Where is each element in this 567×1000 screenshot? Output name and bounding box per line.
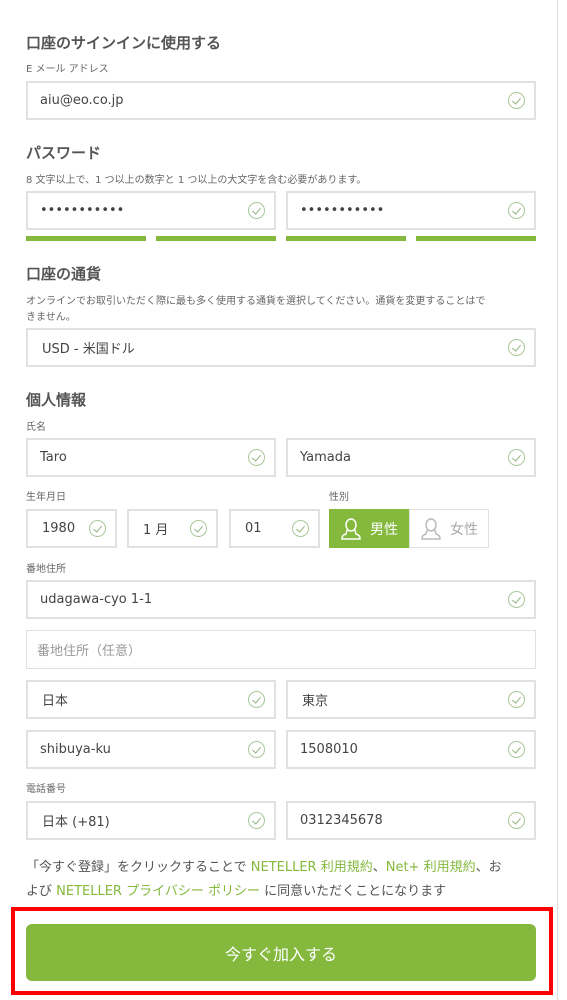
gender-label: 性別 [329, 492, 349, 503]
strength-bar-4 [416, 236, 536, 241]
address1-field[interactable]: udagawa-cyo 1-1 [26, 580, 536, 619]
phone-code-select[interactable]: 日本 (+81) [26, 801, 276, 840]
password-field[interactable]: ••••••••••• [26, 191, 276, 230]
strength-bar-3 [286, 236, 406, 241]
neteller-terms-link[interactable]: NETELLER 利用規約 [251, 860, 373, 875]
currency-value: USD - 米国ドル [42, 342, 135, 357]
prefecture-value: 東京 [302, 694, 329, 709]
confirm-password-field[interactable]: ••••••••••• [286, 191, 536, 230]
birth-month-select[interactable]: 1 月 [127, 509, 218, 548]
personal-heading: 個人情報 [26, 391, 87, 409]
address-label: 番地住所 [26, 564, 66, 575]
check-icon [508, 92, 525, 109]
terms-text-4: よび [26, 884, 57, 899]
signin-heading: 口座のサインインに使用する [26, 34, 222, 52]
currency-select[interactable]: USD - 米国ドル [26, 328, 536, 367]
city-value: shibuya-ku [40, 742, 111, 757]
year-value: 1980 [42, 521, 76, 536]
check-icon [508, 741, 525, 758]
terms-text-3: 、お [475, 860, 502, 875]
terms-text: 「今すぐ登録」をクリックすることで NETELLER 利用規約、Net+ 利用規… [26, 856, 541, 904]
email-value: aiu@eo.co.jp [40, 93, 124, 108]
address2-field[interactable]: 番地住所（任意） [26, 630, 536, 669]
birth-day-select[interactable]: 01 [229, 509, 320, 548]
check-icon [508, 691, 525, 708]
country-select[interactable]: 日本 [26, 680, 276, 719]
check-icon [508, 591, 525, 608]
strength-bar-2 [156, 236, 276, 241]
last-name-field[interactable]: Yamada [286, 438, 536, 477]
dob-label: 生年月日 [26, 492, 66, 503]
birth-year-select[interactable]: 1980 [26, 509, 117, 548]
check-icon [508, 202, 525, 219]
check-icon [292, 520, 309, 537]
female-label: 女性 [450, 521, 478, 538]
join-now-label: 今すぐ加入する [224, 944, 337, 964]
person-icon [421, 517, 441, 540]
password-value: ••••••••••• [40, 203, 125, 218]
check-icon [508, 449, 525, 466]
currency-desc-2: きません。 [26, 312, 76, 323]
currency-heading: 口座の通貨 [26, 265, 102, 283]
phone-code-value: 日本 (+81) [42, 815, 110, 830]
prefecture-field[interactable]: 東京 [286, 680, 536, 719]
zip-field[interactable]: 1508010 [286, 730, 536, 769]
strength-bar-1 [26, 236, 146, 241]
male-label: 男性 [370, 521, 398, 538]
phone-field[interactable]: 0312345678 [286, 801, 536, 840]
join-now-button[interactable]: 今すぐ加入する [26, 924, 536, 981]
netplus-terms-link[interactable]: Net+ 利用規約 [386, 860, 476, 875]
check-icon [248, 741, 265, 758]
page-edge [557, 0, 558, 1000]
check-icon [190, 520, 207, 537]
phone-label: 電話番号 [26, 784, 66, 795]
check-icon [248, 202, 265, 219]
first-name-value: Taro [40, 450, 67, 465]
check-icon [248, 449, 265, 466]
city-field[interactable]: shibuya-ku [26, 730, 276, 769]
email-field[interactable]: aiu@eo.co.jp [26, 81, 536, 120]
address1-value: udagawa-cyo 1-1 [40, 592, 153, 607]
name-label: 氏名 [26, 422, 46, 433]
terms-text-5: に同意いただくことになります [259, 884, 447, 899]
day-value: 01 [245, 521, 262, 536]
currency-desc-1: オンラインでお取引いただく際に最も多く使用する通貨を選択してください。通貨を変更… [26, 296, 486, 307]
month-value: 1 月 [143, 523, 169, 538]
check-icon [508, 812, 525, 829]
confirm-password-value: ••••••••••• [300, 203, 385, 218]
password-hint: 8 文字以上で、1 つ以上の数字と 1 つ以上の大文字を含む必要があります。 [26, 175, 367, 186]
country-value: 日本 [42, 694, 69, 709]
check-icon [248, 812, 265, 829]
password-heading: パスワード [26, 144, 102, 162]
first-name-field[interactable]: Taro [26, 438, 276, 477]
check-icon [89, 520, 106, 537]
terms-text-1: 「今すぐ登録」をクリックすることで [26, 860, 251, 875]
zip-value: 1508010 [300, 742, 358, 757]
terms-text-2: 、 [372, 860, 386, 875]
gender-female-button[interactable]: 女性 [409, 509, 489, 548]
person-icon [341, 517, 361, 540]
phone-value: 0312345678 [300, 813, 383, 828]
email-label: E メール アドレス [26, 64, 109, 75]
address2-placeholder: 番地住所（任意） [37, 644, 142, 659]
check-icon [508, 339, 525, 356]
gender-male-button[interactable]: 男性 [329, 509, 409, 548]
check-icon [248, 691, 265, 708]
privacy-policy-link[interactable]: NETELLER プライバシー ポリシー [56, 884, 260, 899]
last-name-value: Yamada [300, 450, 351, 465]
